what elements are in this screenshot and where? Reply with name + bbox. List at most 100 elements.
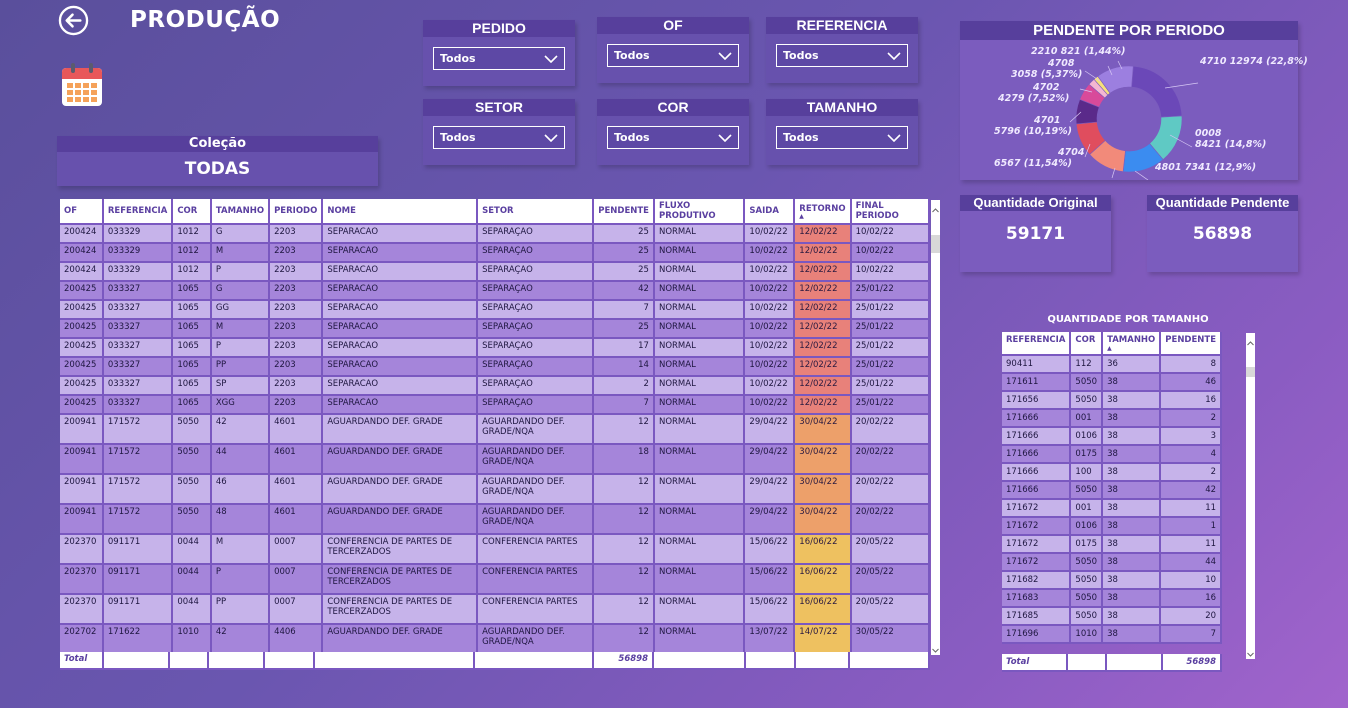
- table-cell: 29/04/22: [745, 475, 796, 505]
- arrow-left-circle-icon[interactable]: [58, 5, 89, 36]
- table-cell: AGUARDANDO DEF. GRADE: [323, 445, 479, 475]
- column-header[interactable]: RETORNO ▲: [795, 199, 852, 225]
- side-table-scrollbar[interactable]: [1246, 333, 1255, 659]
- main-table-container[interactable]: OF REFERENCIA COR TAMANHO PERIODO NOME SETOR PE…: [60, 199, 930, 669]
- table-row[interactable]: 171666 001 38 2: [1002, 410, 1222, 428]
- table-row[interactable]: 171666 5050 38 42: [1002, 482, 1222, 500]
- table-row[interactable]: 200425 033327 1065 SP 2203 SEPARACAO SEPARAÇAO…: [60, 377, 930, 396]
- table-row[interactable]: 200425 033327 1065 P 2203 SEPARACAO SEPARAÇAO 1…: [60, 339, 930, 358]
- table-cell: 5050: [1071, 374, 1104, 392]
- main-table-scrollbar[interactable]: [931, 200, 940, 655]
- column-header[interactable]: REFERENCIA: [1002, 332, 1072, 356]
- column-header[interactable]: NOME: [323, 199, 479, 225]
- table-cell: 25/01/22: [851, 377, 930, 396]
- table-cell: 2203: [270, 263, 324, 282]
- table-cell: 30/04/22: [795, 475, 852, 505]
- table-cell: SP: [211, 377, 271, 396]
- table-cell: 0007: [270, 595, 324, 625]
- table-cell: 033327: [103, 377, 174, 396]
- scroll-thumb[interactable]: [931, 235, 940, 253]
- table-row[interactable]: 171666 100 38 2: [1002, 464, 1222, 482]
- column-header[interactable]: TAMANHO: [211, 199, 271, 225]
- table-row[interactable]: 171685 5050 38 20: [1002, 608, 1222, 626]
- table-row[interactable]: 202370 091171 0044 PP 0007 CONFERENCIA DE PAR…: [60, 595, 930, 625]
- side-table-container[interactable]: REFERENCIA COR TAMANHO ▲ PENDENTE 90411 112 36…: [1002, 332, 1222, 654]
- column-header[interactable]: PENDENTE: [1161, 332, 1222, 356]
- table-cell: SEPARACAO: [323, 396, 479, 415]
- slicer-setor-label: SETOR: [423, 99, 575, 116]
- column-header[interactable]: FINAL PERIODO: [851, 199, 930, 225]
- column-header[interactable]: SETOR: [478, 199, 595, 225]
- chevron-down-icon[interactable]: [1246, 650, 1255, 659]
- table-row[interactable]: 200424 033329 1012 M 2203 SEPARACAO SEPARAÇAO 2…: [60, 244, 930, 263]
- table-cell: PP: [211, 595, 271, 625]
- table-row[interactable]: 171672 0175 38 11: [1002, 536, 1222, 554]
- table-cell: 1065: [173, 358, 212, 377]
- table-row[interactable]: 200424 033329 1012 P 2203 SEPARACAO SEPARAÇAO 2…: [60, 263, 930, 282]
- column-header[interactable]: OF: [60, 199, 104, 225]
- table-row[interactable]: 200425 033327 1065 GG 2203 SEPARACAO SEPARAÇAO…: [60, 301, 930, 320]
- of-dropdown[interactable]: Todos: [607, 44, 739, 67]
- table-row[interactable]: 171666 0175 38 4: [1002, 446, 1222, 464]
- chevron-up-icon[interactable]: [931, 206, 940, 215]
- column-header[interactable]: TAMANHO ▲: [1103, 332, 1162, 356]
- referencia-dropdown[interactable]: Todos: [776, 44, 908, 67]
- table-row[interactable]: 202702 171622 1010 42 4406 AGUARDANDO DEF. GR…: [60, 625, 930, 655]
- table-row[interactable]: 171656 5050 38 16: [1002, 392, 1222, 410]
- table-cell: 5050: [1071, 608, 1104, 626]
- pedido-dropdown[interactable]: Todos: [433, 47, 565, 70]
- table-row[interactable]: 202370 091171 0044 P 0007 CONFERENCIA DE PART…: [60, 565, 930, 595]
- table-cell: NORMAL: [654, 445, 746, 475]
- table-row[interactable]: 171672 5050 38 44: [1002, 554, 1222, 572]
- page-title: PRODUÇÃO: [130, 7, 281, 33]
- table-row[interactable]: 200941 171572 5050 42 4601 AGUARDANDO DEF. GR…: [60, 415, 930, 445]
- table-row[interactable]: 171672 0106 38 1: [1002, 518, 1222, 536]
- cor-dropdown[interactable]: Todos: [607, 126, 739, 149]
- table-row[interactable]: 202370 091171 0044 M 0007 CONFERENCIA DE PART…: [60, 535, 930, 565]
- table-row[interactable]: 200941 171572 5050 44 4601 AGUARDANDO DEF. GR…: [60, 445, 930, 475]
- slicer-pedido: PEDIDO Todos: [423, 20, 575, 86]
- setor-dropdown[interactable]: Todos: [433, 126, 565, 149]
- table-row[interactable]: 200424 033329 1012 G 2203 SEPARACAO SEPARAÇAO 2…: [60, 225, 930, 244]
- scroll-thumb[interactable]: [1246, 367, 1255, 377]
- table-cell: AGUARDANDO DEF. GRADE: [323, 505, 479, 535]
- table-cell: NORMAL: [654, 358, 746, 377]
- column-header[interactable]: SAIDA: [745, 199, 796, 225]
- chevron-down-icon[interactable]: [931, 646, 940, 655]
- table-row[interactable]: 171672 001 38 11: [1002, 500, 1222, 518]
- donut-slice-4710[interactable]: [1131, 65, 1183, 118]
- table-cell: 20/05/22: [851, 565, 930, 595]
- column-header[interactable]: PERIODO: [270, 199, 324, 225]
- kpi-pendente-value: 56898: [1192, 224, 1253, 244]
- table-row[interactable]: 200941 171572 5050 46 4601 AGUARDANDO DEF. GR…: [60, 475, 930, 505]
- table-row[interactable]: 200425 033327 1065 XGG 2203 SEPARACAO SEPARAÇA…: [60, 396, 930, 415]
- table-row[interactable]: 200425 033327 1065 PP 2203 SEPARACAO SEPARAÇAO…: [60, 358, 930, 377]
- table-cell: 2203: [270, 320, 324, 339]
- column-header[interactable]: COR: [1071, 332, 1104, 356]
- table-cell: 16/06/22: [795, 595, 852, 625]
- table-row[interactable]: 200941 171572 5050 48 4601 AGUARDANDO DEF. GR…: [60, 505, 930, 535]
- column-header[interactable]: COR: [173, 199, 212, 225]
- chevron-up-icon[interactable]: [1246, 339, 1255, 348]
- table-row[interactable]: 200425 033327 1065 M 2203 SEPARACAO SEPARAÇAO 2…: [60, 320, 930, 339]
- table-cell: 0175: [1071, 536, 1104, 554]
- table-cell: 25: [594, 244, 655, 263]
- table-cell: 4406: [270, 625, 324, 655]
- table-row[interactable]: 171611 5050 38 46: [1002, 374, 1222, 392]
- table-cell: NORMAL: [654, 282, 746, 301]
- table-cell: NORMAL: [654, 320, 746, 339]
- table-cell: 200941: [60, 415, 104, 445]
- table-row[interactable]: 90411 112 36 8: [1002, 356, 1222, 374]
- column-header[interactable]: FLUXO PRODUTIVO: [654, 199, 746, 225]
- table-cell: 171666: [1002, 428, 1072, 446]
- table-row[interactable]: 171666 0106 38 3: [1002, 428, 1222, 446]
- column-header[interactable]: PENDENTE: [594, 199, 655, 225]
- table-cell: 20/02/22: [851, 415, 930, 445]
- table-row[interactable]: 171683 5050 38 16: [1002, 590, 1222, 608]
- table-row[interactable]: 200425 033327 1065 G 2203 SEPARACAO SEPARAÇAO 4…: [60, 282, 930, 301]
- column-header[interactable]: REFERENCIA: [103, 199, 174, 225]
- kpi-original-value: 59171: [1005, 224, 1066, 244]
- table-row[interactable]: 171696 1010 38 7: [1002, 626, 1222, 644]
- table-row[interactable]: 171682 5050 38 10: [1002, 572, 1222, 590]
- tamanho-dropdown[interactable]: Todos: [776, 126, 908, 149]
